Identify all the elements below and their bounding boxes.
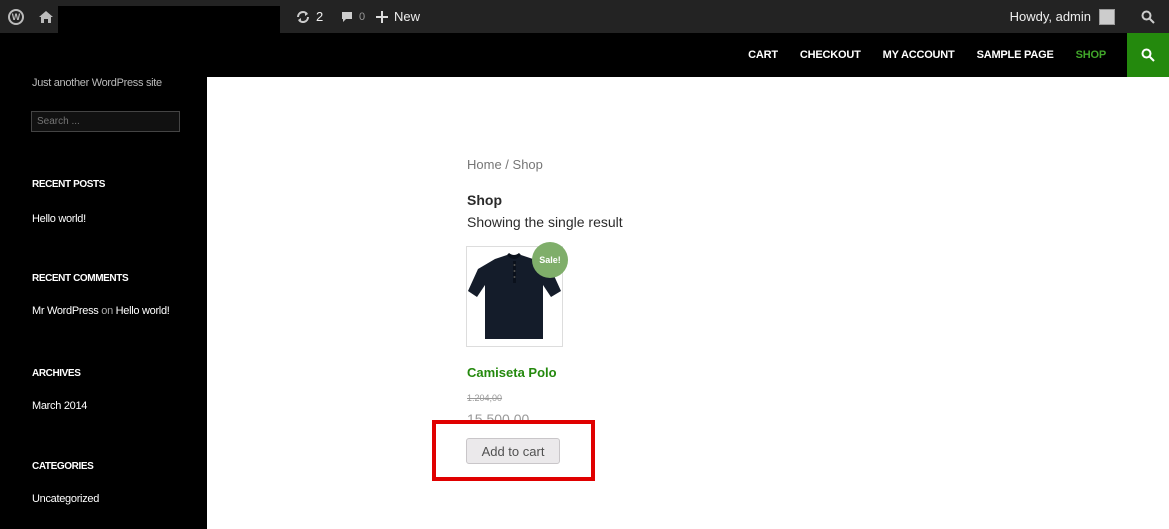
search-icon — [1141, 48, 1155, 62]
recent-comments-title: RECENT COMMENTS — [32, 273, 129, 284]
admin-search-icon[interactable] — [1141, 0, 1159, 33]
howdy-label: Howdy, admin — [1009, 9, 1091, 24]
red-highlight-box — [432, 420, 595, 481]
recent-comment-item: Mr WordPress on Hello world! — [32, 305, 170, 317]
plus-icon — [376, 10, 388, 23]
search-toggle-button[interactable] — [1127, 33, 1169, 77]
nav-checkout[interactable]: CHECKOUT — [800, 49, 861, 61]
nav-cart[interactable]: CART — [748, 49, 778, 61]
nav-sample-page[interactable]: SAMPLE PAGE — [977, 49, 1054, 61]
site-name-redacted — [58, 6, 280, 33]
old-price: 1.204,00 — [467, 393, 503, 403]
comment-on-word: on — [101, 305, 113, 317]
primary-navigation: CART CHECKOUT MY ACCOUNT SAMPLE PAGE SHO… — [726, 33, 1106, 77]
new-label: New — [394, 9, 421, 24]
archive-link[interactable]: March 2014 — [32, 400, 87, 412]
category-link[interactable]: Uncategorized — [32, 493, 99, 505]
comment-icon — [342, 11, 352, 22]
new-content-button[interactable]: New — [376, 0, 420, 33]
page-title: Shop — [467, 192, 502, 208]
updates-icon — [297, 10, 309, 23]
nav-my-account[interactable]: MY ACCOUNT — [883, 49, 955, 61]
categories-title: CATEGORIES — [32, 461, 94, 472]
comments-button[interactable]: 0 — [341, 0, 365, 33]
nav-shop[interactable]: SHOP — [1076, 49, 1107, 61]
breadcrumb-home[interactable]: Home — [467, 157, 502, 172]
sale-badge: Sale! — [532, 242, 568, 278]
admin-bar: W 2 0 New Howdy, admin — [0, 0, 1169, 33]
result-count: Showing the single result — [467, 214, 623, 230]
avatar — [1099, 8, 1115, 25]
comment-post-link[interactable]: Hello world! — [116, 305, 170, 317]
updates-button[interactable]: 2 — [296, 0, 323, 33]
recent-post-link[interactable]: Hello world! — [32, 213, 86, 225]
archives-title: ARCHIVES — [32, 368, 81, 379]
sidebar-search-input[interactable] — [31, 111, 180, 132]
site-tagline: Just another WordPress site — [32, 77, 162, 89]
breadcrumb: Home / Shop — [467, 157, 543, 172]
updates-count: 2 — [316, 9, 324, 24]
home-icon[interactable] — [38, 0, 56, 33]
recent-posts-title: RECENT POSTS — [32, 179, 105, 190]
site-header: CART CHECKOUT MY ACCOUNT SAMPLE PAGE SHO… — [0, 33, 1169, 77]
sidebar: Just another WordPress site RECENT POSTS… — [0, 77, 207, 529]
product-title-link[interactable]: Camiseta Polo — [467, 365, 557, 380]
price-clip: 15.500,00 — [467, 410, 587, 420]
main-content: Home / Shop Shop Showing the single resu… — [207, 77, 1169, 529]
sale-price: 15.500,00 — [467, 411, 530, 420]
comment-author-link[interactable]: Mr WordPress — [32, 305, 99, 317]
breadcrumb-separator: / — [501, 157, 513, 172]
my-account-menu[interactable]: Howdy, admin — [1010, 0, 1115, 33]
comments-count: 0 — [359, 10, 366, 23]
wordpress-logo-icon[interactable]: W — [8, 0, 30, 33]
breadcrumb-current: Shop — [512, 157, 543, 172]
